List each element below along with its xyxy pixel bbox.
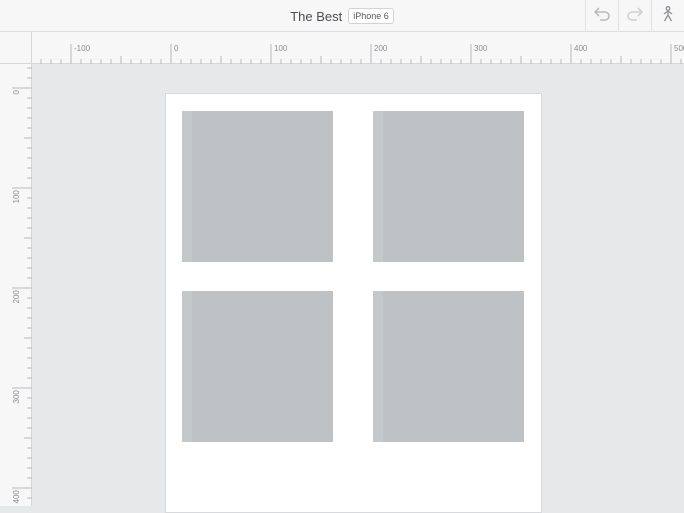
document-title-area: The Best iPhone 6 <box>0 0 684 32</box>
ruler-label: -100 <box>74 44 91 53</box>
image-placeholder[interactable] <box>182 111 333 262</box>
ruler-label: 300 <box>12 390 21 404</box>
ruler-label: 200 <box>374 44 388 53</box>
ruler-label: 0 <box>174 44 179 53</box>
inspect-button[interactable] <box>651 0 684 32</box>
ruler-label: 100 <box>274 44 288 53</box>
ruler-label: 200 <box>12 290 21 304</box>
ruler-corner <box>0 32 32 64</box>
device-badge[interactable]: iPhone 6 <box>348 8 394 24</box>
artboard[interactable] <box>165 93 542 513</box>
document-title[interactable]: The Best <box>290 9 342 24</box>
redo-icon <box>625 6 645 27</box>
ruler-label: 300 <box>474 44 488 53</box>
ruler-label: 500 <box>674 44 684 53</box>
image-placeholder[interactable] <box>373 291 524 442</box>
vertical-ruler[interactable]: 0 100 200 300 400 <box>0 64 32 506</box>
vertical-ruler-scale: 0 100 200 300 400 <box>12 67 32 504</box>
undo-icon <box>592 6 612 27</box>
ruler-label: 400 <box>574 44 588 53</box>
horizontal-ruler[interactable]: -100 0 100 200 300 400 500 <box>30 32 684 64</box>
ruler-label: 0 <box>12 90 21 95</box>
horizontal-ruler-scale: -100 0 100 200 300 400 500 <box>30 44 684 64</box>
redo-button[interactable] <box>618 0 651 32</box>
undo-button[interactable] <box>585 0 618 32</box>
image-placeholder[interactable] <box>373 111 524 262</box>
ruler-label: 400 <box>12 490 21 504</box>
image-placeholder[interactable] <box>182 291 333 442</box>
figure-icon <box>658 5 678 27</box>
top-toolbar: The Best iPhone 6 <box>0 0 684 32</box>
ruler-label: 100 <box>12 190 21 204</box>
